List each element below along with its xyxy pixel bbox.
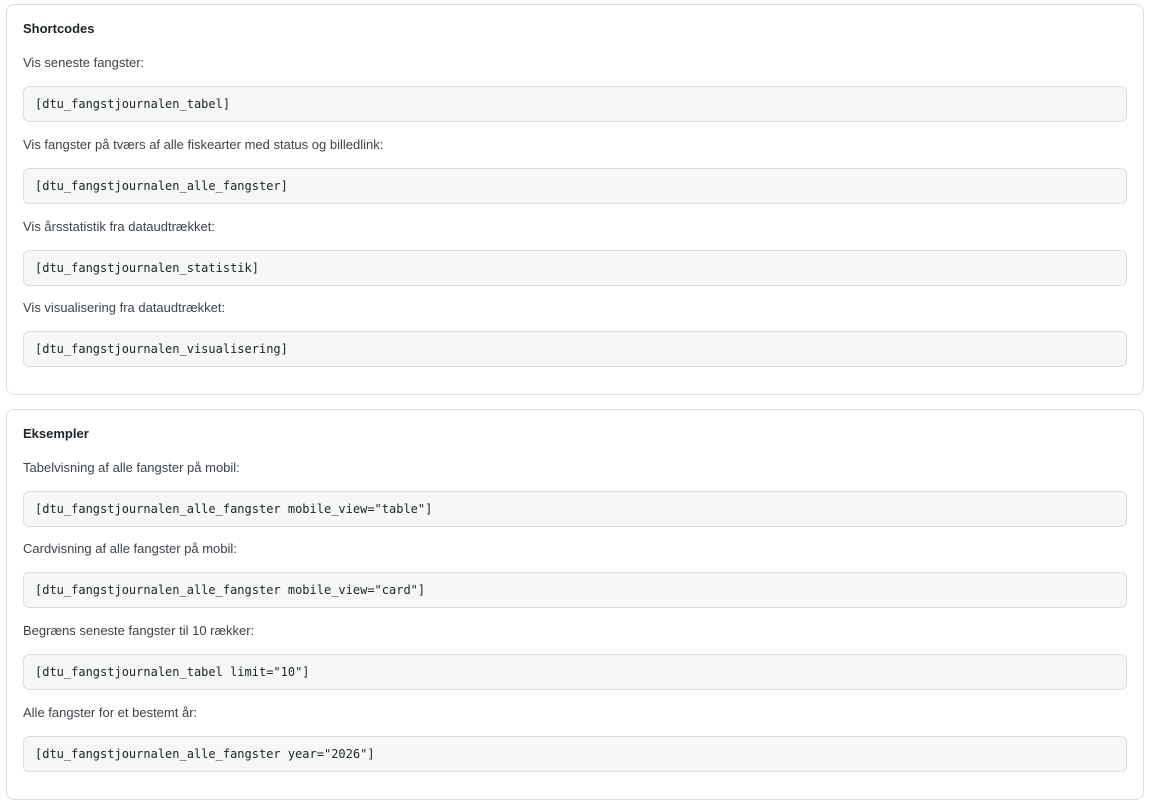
example-label: Begræns seneste fangster til 10 rækker:	[23, 623, 255, 638]
example-code[interactable]: [dtu_fangstjournalen_tabel limit="10"]	[23, 654, 1127, 690]
shortcode-entry: Vis årsstatistik fra dataudtrækket: [dtu…	[23, 217, 1127, 286]
example-code[interactable]: [dtu_fangstjournalen_alle_fangster mobil…	[23, 572, 1127, 608]
example-label: Cardvisning af alle fangster på mobil:	[23, 541, 237, 556]
example-entry: Alle fangster for et bestemt år: [dtu_fa…	[23, 703, 1127, 772]
shortcode-entry: Vis visualisering fra dataudtrækket: [dt…	[23, 298, 1127, 367]
shortcode-entry: Vis fangster på tværs af alle fiskearter…	[23, 135, 1127, 204]
shortcode-entry: Vis seneste fangster: [dtu_fangstjournal…	[23, 53, 1127, 122]
example-label: Tabelvisning af alle fangster på mobil:	[23, 460, 240, 475]
example-label: Alle fangster for et bestemt år:	[23, 705, 198, 720]
examples-title: Eksempler	[23, 426, 89, 441]
shortcode-label: Vis fangster på tværs af alle fiskearter…	[23, 137, 384, 152]
example-entry: Cardvisning af alle fangster på mobil: […	[23, 539, 1127, 608]
shortcode-label: Vis visualisering fra dataudtrækket:	[23, 300, 226, 315]
examples-card: Eksempler Tabelvisning af alle fangster …	[6, 409, 1144, 800]
example-entry: Tabelvisning af alle fangster på mobil: …	[23, 458, 1127, 527]
example-code[interactable]: [dtu_fangstjournalen_alle_fangster year=…	[23, 736, 1127, 772]
shortcode-label: Vis årsstatistik fra dataudtrækket:	[23, 219, 215, 234]
shortcodes-title: Shortcodes	[23, 21, 95, 36]
shortcode-code[interactable]: [dtu_fangstjournalen_statistik]	[23, 250, 1127, 286]
shortcode-label: Vis seneste fangster:	[23, 55, 145, 70]
shortcodes-card: Shortcodes Vis seneste fangster: [dtu_fa…	[6, 4, 1144, 395]
shortcode-code[interactable]: [dtu_fangstjournalen_tabel]	[23, 86, 1127, 122]
example-code[interactable]: [dtu_fangstjournalen_alle_fangster mobil…	[23, 491, 1127, 527]
shortcode-code[interactable]: [dtu_fangstjournalen_alle_fangster]	[23, 168, 1127, 204]
example-entry: Begræns seneste fangster til 10 rækker: …	[23, 621, 1127, 690]
shortcode-code[interactable]: [dtu_fangstjournalen_visualisering]	[23, 331, 1127, 367]
